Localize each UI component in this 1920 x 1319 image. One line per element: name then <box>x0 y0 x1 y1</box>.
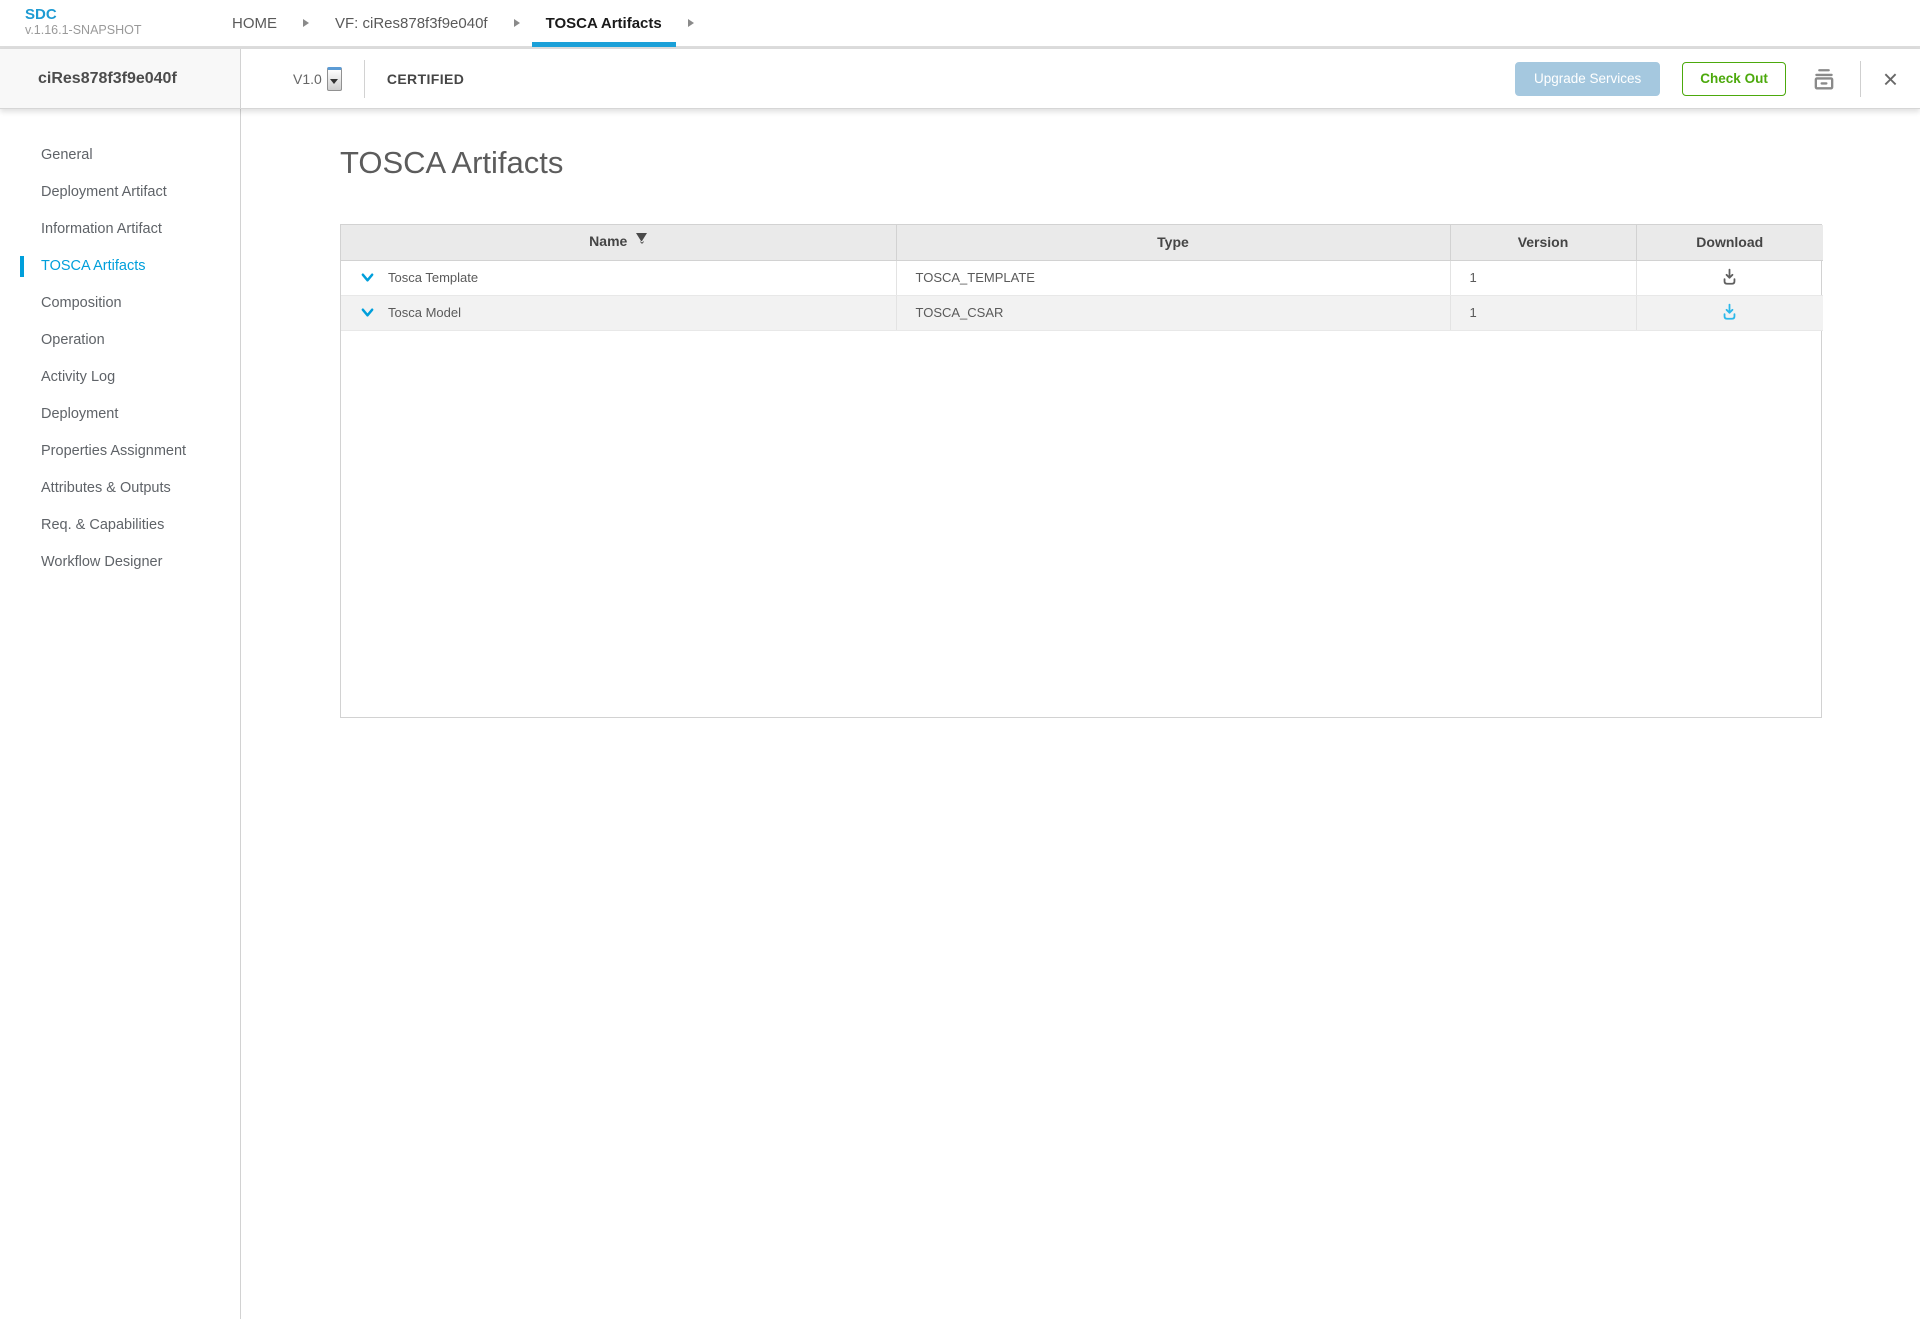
breadcrumb-arrow-icon <box>303 19 309 27</box>
download-icon[interactable] <box>1720 302 1739 321</box>
artifact-version: 1 <box>1450 260 1637 296</box>
entity-header-main: V1.0 CERTIFIED Upgrade Services Check Ou… <box>241 49 1920 108</box>
artifact-name: Tosca Model <box>388 305 461 320</box>
artifact-version: 1 <box>1450 295 1637 331</box>
version-dropdown[interactable] <box>326 66 342 91</box>
column-header-type[interactable]: Type <box>896 225 1451 261</box>
sidebar-item-information-artifact[interactable]: Information Artifact <box>0 211 240 248</box>
top-nav-bar: SDC v.1.16.1-SNAPSHOT HOME VF: ciRes878f… <box>0 0 1920 49</box>
artifacts-table: Name ˇ Type Version Download Tosca Templa… <box>340 224 1823 718</box>
divider <box>1859 60 1861 97</box>
left-nav-sidebar: General Deployment Artifact Information … <box>0 109 241 1319</box>
table-header-row: Name ˇ Type Version Download <box>341 225 1823 261</box>
app-logo-text: SDC <box>25 6 57 23</box>
lifecycle-status-label: CERTIFIED <box>386 70 465 87</box>
app-logo[interactable]: SDC v.1.16.1-SNAPSHOT <box>0 0 210 46</box>
entity-name: ciRes878f3f9e040f <box>38 69 177 87</box>
sidebar-item-attributes-outputs[interactable]: Attributes & Outputs <box>0 470 240 507</box>
divider <box>363 59 365 98</box>
upgrade-services-button[interactable]: Upgrade Services <box>1514 61 1661 96</box>
sidebar-item-activity-log[interactable]: Activity Log <box>0 359 240 396</box>
sidebar-item-properties-assignment[interactable]: Properties Assignment <box>0 433 240 470</box>
chevron-down-icon[interactable] <box>360 270 375 285</box>
artifact-type: TOSCA_TEMPLATE <box>896 260 1451 296</box>
sidebar-item-req-capabilities[interactable]: Req. & Capabilities <box>0 507 240 544</box>
column-header-name[interactable]: Name ˇ <box>341 225 897 261</box>
sidebar-item-tosca-artifacts[interactable]: TOSCA Artifacts <box>0 248 240 285</box>
sort-icon[interactable]: ˇ <box>636 233 648 253</box>
close-icon[interactable]: × <box>1883 66 1898 92</box>
sidebar-item-workflow-designer[interactable]: Workflow Designer <box>0 544 240 581</box>
table-row[interactable]: Tosca Template TOSCA_TEMPLATE 1 <box>341 260 1823 296</box>
main-content: TOSCA Artifacts Name ˇ Type Version Downl… <box>241 109 1920 1319</box>
sidebar-item-deployment[interactable]: Deployment <box>0 396 240 433</box>
breadcrumb-arrow-icon <box>513 19 520 27</box>
sidebar-item-composition[interactable]: Composition <box>0 285 240 322</box>
download-icon[interactable] <box>1720 267 1739 286</box>
column-header-version[interactable]: Version <box>1450 225 1637 261</box>
print-icon[interactable] <box>1810 65 1838 93</box>
chevron-down-icon[interactable] <box>360 305 375 320</box>
entity-name-panel: ciRes878f3f9e040f <box>0 49 241 108</box>
version-label: V1.0 <box>293 70 322 87</box>
chevron-down-icon <box>330 78 339 84</box>
app-version: v.1.16.1-SNAPSHOT <box>25 23 142 37</box>
tab-tosca-artifacts[interactable]: TOSCA Artifacts <box>524 0 684 47</box>
artifact-type: TOSCA_CSAR <box>896 295 1451 331</box>
column-header-download[interactable]: Download <box>1636 225 1823 261</box>
sidebar-item-operation[interactable]: Operation <box>0 322 240 359</box>
page-title: TOSCA Artifacts <box>340 145 564 180</box>
tab-vf[interactable]: VF: ciRes878f3f9e040f <box>313 0 510 46</box>
artifact-name: Tosca Template <box>388 270 479 285</box>
table-row[interactable]: Tosca Model TOSCA_CSAR 1 <box>341 295 1823 331</box>
sidebar-item-general[interactable]: General <box>0 137 240 174</box>
tab-home[interactable]: HOME <box>210 0 299 46</box>
check-out-button[interactable]: Check Out <box>1682 61 1786 96</box>
breadcrumb: HOME VF: ciRes878f3f9e040f TOSCA Artifac… <box>210 0 698 47</box>
sidebar-item-deployment-artifact[interactable]: Deployment Artifact <box>0 174 240 211</box>
breadcrumb-arrow-icon <box>687 19 694 27</box>
entity-header: ciRes878f3f9e040f V1.0 CERTIFIED Upgrade… <box>0 49 1920 109</box>
